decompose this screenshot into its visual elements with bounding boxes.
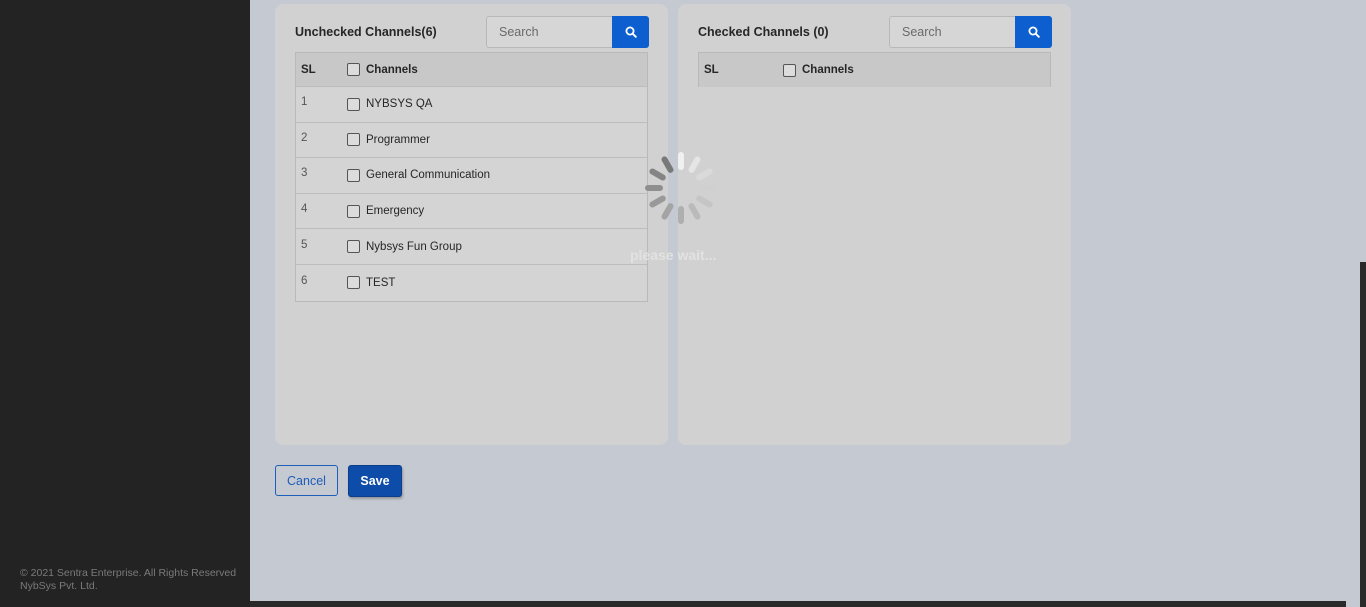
- table-row: 1 NYBSYS QA: [296, 87, 647, 123]
- spinner-petal: [678, 152, 684, 170]
- search-group: [486, 16, 649, 48]
- spinner-petal: [688, 203, 701, 220]
- checked-channels-table: SL Channels: [698, 52, 1051, 87]
- search-input[interactable]: [486, 16, 612, 48]
- header-channels: Channels: [783, 63, 854, 77]
- spinner-petal: [699, 185, 717, 191]
- table-row: 5 Nybsys Fun Group: [296, 229, 647, 265]
- row-sl: 6: [301, 274, 308, 287]
- save-button[interactable]: Save: [348, 465, 402, 497]
- header-sl: SL: [704, 64, 719, 76]
- channel-name: General Communication: [366, 169, 491, 182]
- panel-title: Unchecked Channels(6): [295, 25, 437, 39]
- spinner-petal: [688, 156, 701, 173]
- main-content: Unchecked Channels(6) SL Channels 1 NYBSY…: [250, 0, 1360, 601]
- channel-name: TEST: [366, 276, 396, 289]
- unchecked-channels-panel: Unchecked Channels(6) SL Channels 1 NYBSY…: [275, 4, 668, 445]
- search-button[interactable]: [612, 16, 649, 48]
- search-icon: [625, 26, 637, 38]
- checked-channels-panel: Checked Channels (0) SL Channels: [678, 4, 1071, 445]
- channel-name: NYBSYS QA: [366, 98, 433, 111]
- spinner-petal: [649, 195, 666, 208]
- row-channel: General Communication: [347, 168, 491, 182]
- unchecked-channels-table: SL Channels 1 NYBSYS QA 2 Programmer 3 Genera…: [295, 52, 648, 302]
- row-channel: NYBSYS QA: [347, 97, 433, 111]
- spinner-icon: [645, 152, 717, 224]
- cancel-button[interactable]: Cancel: [275, 465, 338, 496]
- channel-name: Nybsys Fun Group: [366, 240, 462, 253]
- spinner-petal: [661, 156, 674, 173]
- channel-checkbox[interactable]: [347, 204, 360, 218]
- row-channel: Programmer: [347, 133, 430, 147]
- table-row: 6 TEST: [296, 265, 647, 301]
- spinner-petal: [661, 203, 674, 220]
- company-line: NybSys Pvt. Ltd.: [20, 579, 98, 592]
- header-channels: Channels: [347, 63, 418, 76]
- scrollbar-thumb[interactable]: [1360, 262, 1366, 607]
- table-header: SL Channels: [699, 53, 1050, 87]
- search-button[interactable]: [1015, 16, 1052, 48]
- channel-checkbox[interactable]: [347, 97, 360, 111]
- table-row: 3 General Communication: [296, 158, 647, 194]
- row-sl: 3: [301, 167, 308, 180]
- spinner-petal: [678, 206, 684, 224]
- spinner-petal: [696, 195, 713, 208]
- copyright-footer: © 2021 Sentra Enterprise. All Rights Res…: [20, 567, 236, 592]
- channel-checkbox[interactable]: [347, 240, 360, 254]
- header-channels-label: Channels: [366, 63, 418, 76]
- sidebar: © 2021 Sentra Enterprise. All Rights Res…: [0, 0, 250, 607]
- search-icon: [1028, 26, 1040, 38]
- row-channel: TEST: [347, 276, 396, 290]
- row-sl: 2: [301, 131, 308, 144]
- table-row: 2 Programmer: [296, 123, 647, 159]
- header-channels-label: Channels: [802, 64, 854, 76]
- vertical-scrollbar[interactable]: [1360, 0, 1366, 607]
- header-sl: SL: [301, 63, 316, 76]
- table-row: 4 Emergency: [296, 194, 647, 230]
- row-sl: 1: [301, 96, 308, 109]
- row-channel: Emergency: [347, 204, 425, 218]
- copyright-line: © 2021 Sentra Enterprise. All Rights Res…: [20, 567, 237, 579]
- row-sl: 5: [301, 238, 308, 251]
- loading-text: please wait...: [630, 247, 717, 263]
- row-channel: Nybsys Fun Group: [347, 240, 462, 254]
- row-sl: 4: [301, 203, 308, 216]
- channel-checkbox[interactable]: [347, 133, 360, 147]
- channel-checkbox[interactable]: [347, 276, 360, 290]
- spinner-petal: [645, 185, 663, 191]
- channel-name: Emergency: [366, 205, 425, 218]
- table-body: 1 NYBSYS QA 2 Programmer 3 General Communicat…: [296, 87, 647, 301]
- spinner-petal: [649, 168, 666, 181]
- panel-title: Checked Channels (0): [698, 25, 829, 39]
- search-input[interactable]: [889, 16, 1015, 48]
- table-header: SL Channels: [296, 53, 647, 87]
- channel-name: Programmer: [366, 133, 430, 146]
- channel-checkbox[interactable]: [347, 168, 360, 182]
- search-group: [889, 16, 1052, 48]
- select-all-checkbox[interactable]: [347, 63, 360, 76]
- select-all-checkbox[interactable]: [783, 63, 796, 77]
- horizontal-scrollbar[interactable]: [250, 601, 1346, 607]
- spinner-petal: [696, 168, 713, 181]
